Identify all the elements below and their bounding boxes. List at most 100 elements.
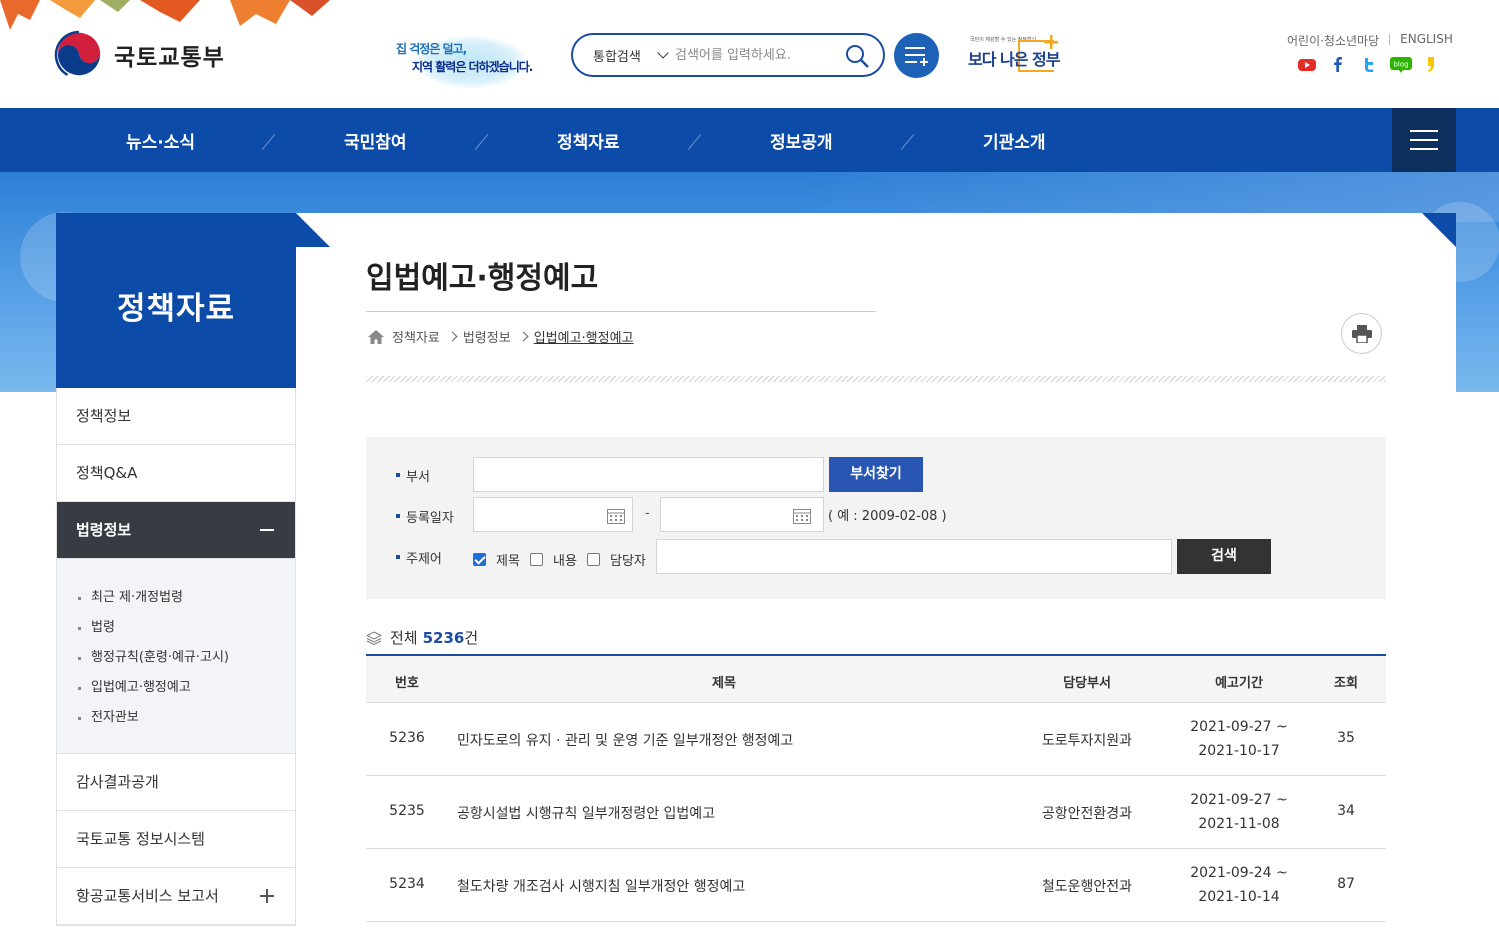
- better-government-logo[interactable]: 국민이 체감할 수 있는 정부혁신 + 보다 나은 정부: [968, 32, 1063, 74]
- page-title: 입법예고·행정예고: [366, 261, 599, 296]
- col-views: 조회: [1334, 676, 1358, 691]
- hatched-divider: [366, 376, 1386, 382]
- gnb-divider: [900, 134, 915, 150]
- period-start: 2021-09-27 ~: [1190, 719, 1288, 735]
- breadcrumb-item[interactable]: 정책자료: [392, 327, 440, 346]
- lnb-item-aviation-report[interactable]: 항공교통서비스 보고서: [57, 868, 295, 925]
- col-title: 제목: [712, 676, 736, 691]
- checkbox-label: 제목: [496, 554, 520, 569]
- taegeuk-logo-icon: [54, 30, 104, 80]
- blog-icon[interactable]: blog: [1390, 54, 1412, 74]
- row-title-link[interactable]: 철도차량 개조검사 시행지침 일부개정안 행정예고: [457, 876, 745, 896]
- row-number: 5236: [389, 730, 425, 746]
- checkbox-unchecked[interactable]: [530, 553, 543, 566]
- gnb-policy[interactable]: 정책자료: [557, 128, 620, 153]
- breadcrumb-current[interactable]: 입법예고·행정예고: [534, 327, 634, 346]
- youtube-icon[interactable]: [1297, 54, 1317, 74]
- total-prefix: 전체: [390, 629, 418, 647]
- sns-links: blog: [1297, 54, 1441, 74]
- expand-plus-icon[interactable]: [266, 889, 268, 903]
- checkbox-manager[interactable]: 담당자: [587, 550, 646, 569]
- search-input[interactable]: [675, 47, 835, 63]
- calendar-icon[interactable]: [793, 508, 811, 524]
- row-number: 5235: [389, 803, 425, 819]
- kakao-icon[interactable]: [1421, 54, 1441, 74]
- dept-input[interactable]: [473, 457, 824, 492]
- site-header: 국토교통부 집 걱정은 덜고, 지역 활력은 더하겠습니다. 통합검색 국민이 …: [0, 0, 1499, 108]
- row-dept: 철도운행안전과: [1041, 879, 1133, 895]
- checkbox-unchecked[interactable]: [587, 553, 600, 566]
- hamburger-icon: [1410, 130, 1438, 132]
- gnb-participation[interactable]: 국민참여: [344, 128, 407, 153]
- keyword-input[interactable]: [656, 539, 1172, 574]
- dept-search-button[interactable]: 부서찾기: [829, 457, 923, 492]
- all-menu-circle-button[interactable]: [894, 33, 939, 78]
- dept-label: 부서: [396, 466, 430, 485]
- breadcrumb: 정책자료 법령정보 입법예고·행정예고: [368, 327, 634, 346]
- chevron-right-icon: [518, 331, 529, 342]
- gnb-news[interactable]: 뉴스·소식: [126, 128, 195, 153]
- period-end: 2021-10-14: [1198, 889, 1280, 905]
- date-label: 등록일자: [396, 507, 454, 526]
- breadcrumb-item[interactable]: 법령정보: [463, 327, 511, 346]
- twitter-icon[interactable]: [1359, 54, 1379, 74]
- date-range-separator: -: [645, 506, 650, 521]
- row-title-link[interactable]: 공항시설법 시행규칙 일부개정령안 입법예고: [457, 803, 715, 823]
- calendar-icon[interactable]: [607, 508, 625, 524]
- integrated-search: 통합검색: [571, 33, 885, 77]
- sitemap-menu-button[interactable]: [1392, 108, 1456, 172]
- search-icon[interactable]: [845, 44, 869, 68]
- lnb-corner-decoration: [296, 213, 330, 247]
- lnb-item-info-system[interactable]: 국토교통 정보시스템: [57, 811, 295, 868]
- checkbox-content[interactable]: 내용: [530, 550, 577, 569]
- search-panel: 부서 부서찾기 등록일자 - ( 예 : 2009-02-08 ) 주제어 제목…: [366, 437, 1386, 599]
- lnb-item-label: 법령정보: [76, 521, 132, 539]
- end-date-input[interactable]: [660, 497, 824, 532]
- search-scope-select[interactable]: 통합검색: [593, 46, 653, 65]
- gnb-disclosure[interactable]: 정보공개: [770, 128, 833, 153]
- utility-links: 어린이·청소년마당 ENGLISH: [1287, 32, 1453, 49]
- lnb-sub-gazette[interactable]: 전자관보: [57, 703, 295, 733]
- slogan-line2: 지역 활력은 더하겠습니다.: [412, 60, 533, 74]
- row-dept: 도로투자지원과: [1041, 733, 1133, 749]
- chevron-down-icon[interactable]: [657, 47, 669, 59]
- lnb-sub-admin-rules[interactable]: 행정규칙(훈령·예규·고시): [57, 643, 295, 673]
- lnb-sub-laws[interactable]: 법령: [57, 613, 295, 643]
- print-button[interactable]: [1341, 313, 1382, 354]
- lnb-item-audit[interactable]: 감사결과공개: [57, 754, 295, 811]
- side-navigation: 정책정보 정책Q&A 법령정보 최근 제·개정법령 법령 행정규칙(훈령·예규·…: [56, 388, 296, 926]
- row-views: 34: [1337, 803, 1355, 819]
- notice-table: 번호 제목 담당부서 예고기간 조회 5236 민자도로의 유지 · 관리 및 …: [366, 654, 1386, 922]
- chevron-right-icon: [447, 331, 458, 342]
- collapse-minus-icon[interactable]: [260, 529, 274, 531]
- svg-text:blog: blog: [1393, 61, 1408, 69]
- lnb-item-law-info[interactable]: 법령정보: [57, 502, 295, 559]
- checkbox-checked[interactable]: [473, 553, 486, 566]
- table-header: 번호 제목 담당부서 예고기간 조회: [366, 654, 1386, 703]
- date-format-example: ( 예 : 2009-02-08 ): [828, 509, 947, 524]
- title-divider: [366, 311, 876, 312]
- row-number: 5234: [389, 876, 425, 892]
- gnb-about[interactable]: 기관소개: [983, 128, 1046, 153]
- home-icon[interactable]: [368, 329, 384, 344]
- search-button[interactable]: 검색: [1177, 539, 1271, 574]
- hamburger-icon: [1410, 139, 1438, 141]
- site-logo[interactable]: 국토교통부: [54, 30, 225, 80]
- english-link[interactable]: ENGLISH: [1400, 32, 1453, 49]
- checkbox-title[interactable]: 제목: [473, 550, 520, 569]
- start-date-input[interactable]: [473, 497, 633, 532]
- slogan-line1: 집 걱정은 덜고,: [396, 42, 467, 56]
- row-title-link[interactable]: 민자도로의 유지 · 관리 및 운영 기준 일부개정안 행정예고: [457, 730, 793, 750]
- facebook-icon[interactable]: [1328, 54, 1348, 74]
- keyword-label: 주제어: [396, 548, 442, 567]
- row-dept: 공항안전환경과: [1041, 806, 1133, 822]
- period-end: 2021-11-08: [1198, 816, 1280, 832]
- lnb-sub-recent-laws[interactable]: 최근 제·개정법령: [57, 583, 295, 613]
- lnb-sub-legislative-notice[interactable]: 입법예고·행정예고: [57, 673, 295, 703]
- row-period: 2021-09-27 ~ 2021-10-17: [1162, 715, 1316, 763]
- better-gov-title: 보다 나은 정부: [968, 50, 1060, 69]
- lnb-item-policy-qna[interactable]: 정책Q&A: [57, 445, 295, 502]
- lnb-item-policy-info[interactable]: 정책정보: [57, 388, 295, 445]
- kids-link[interactable]: 어린이·청소년마당: [1287, 32, 1379, 49]
- layers-icon: [366, 630, 382, 645]
